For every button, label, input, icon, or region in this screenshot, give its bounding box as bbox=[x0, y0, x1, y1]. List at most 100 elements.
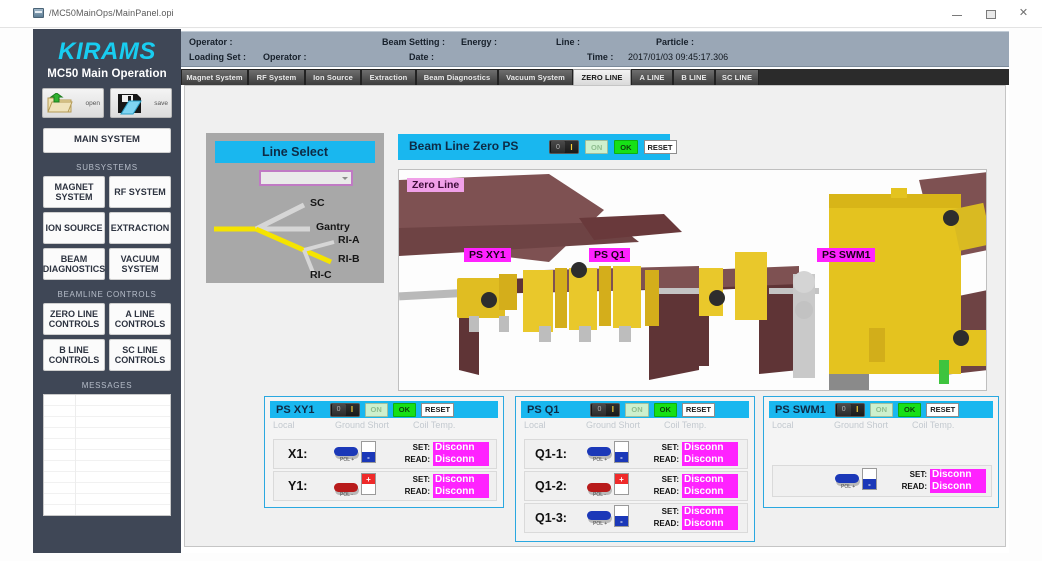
polarity-indicator-icon: - bbox=[361, 441, 376, 463]
title-bar: /MC50MainOps/MainPanel.opi ✕ bbox=[0, 0, 1042, 28]
read-value: Disconn bbox=[682, 454, 738, 466]
ps-xy1-x1-polarity-toggle[interactable]: POL + - bbox=[334, 441, 380, 467]
list-item bbox=[44, 450, 170, 462]
set-value[interactable]: Disconn bbox=[682, 506, 738, 518]
ps-xy1-coil-temp-status: Coil Temp. bbox=[413, 420, 456, 430]
close-icon[interactable]: ✕ bbox=[1017, 7, 1030, 20]
ps-q1-ch1-polarity-toggle[interactable]: POL + - bbox=[587, 441, 633, 467]
tab-ion-source[interactable]: Ion Source bbox=[305, 69, 361, 85]
ps-q1-ch3-polarity-toggle[interactable]: POL + - bbox=[587, 505, 633, 531]
set-label: SET: bbox=[412, 475, 430, 484]
ps-swm1-controls: 0 I ON OK RESET bbox=[834, 402, 960, 417]
maximize-icon[interactable] bbox=[984, 7, 997, 20]
tab-zero-line[interactable]: ZERO LINE bbox=[573, 69, 631, 85]
ps-swm1-toggle[interactable]: 0 I bbox=[834, 402, 865, 417]
tab-rf-system[interactable]: RF System bbox=[248, 69, 305, 85]
sidebar-item-main-system[interactable]: MAIN SYSTEM bbox=[43, 128, 171, 154]
ps-q1-reset-button[interactable]: RESET bbox=[681, 402, 715, 417]
ps-q1-on-indicator: ON bbox=[625, 402, 649, 417]
read-label: READ: bbox=[901, 482, 927, 491]
open-button[interactable]: open bbox=[42, 88, 104, 119]
polarity-knob-icon bbox=[334, 483, 358, 492]
polarity-label: POL + bbox=[593, 521, 608, 527]
save-button[interactable]: save bbox=[110, 88, 172, 119]
line-select-combo[interactable] bbox=[259, 170, 353, 186]
ps-q1-ground-short-status: Ground Short bbox=[586, 420, 641, 430]
minimize-icon[interactable] bbox=[951, 7, 964, 20]
ps-swm1-local-status: Local bbox=[772, 420, 794, 430]
sidebar-item-vacuum-system[interactable]: VACUUM SYSTEM bbox=[109, 248, 171, 281]
ps-q1-channel-1: Q1-1: POL + - SET: READ: Disconn Disconn bbox=[524, 439, 748, 469]
sidebar-item-beam-diagnostics[interactable]: BEAM DIAGNOSTICS bbox=[43, 248, 105, 281]
list-item bbox=[44, 472, 170, 484]
polarity-label: POL - bbox=[340, 492, 353, 498]
ps-q1-ch2-polarity-toggle[interactable]: POL - + bbox=[587, 473, 633, 499]
toggle-on-label: I bbox=[850, 403, 864, 416]
list-item bbox=[44, 428, 170, 440]
messages-rows bbox=[44, 395, 170, 515]
ps-xy1-y1-polarity-toggle[interactable]: POL - + bbox=[334, 473, 380, 499]
ps-xy1-ground-short-status: Ground Short bbox=[335, 420, 390, 430]
ps-xy1-reset-button[interactable]: RESET bbox=[421, 402, 455, 417]
tab-b-line[interactable]: B LINE bbox=[673, 69, 715, 85]
set-label: SET: bbox=[661, 475, 679, 484]
ps-swm1-header: PS SWM1 0 I ON OK RESET bbox=[769, 401, 993, 418]
tab-beam-diagnostics[interactable]: Beam Diagnostics bbox=[416, 69, 498, 85]
folder-open-icon bbox=[47, 93, 73, 113]
sidebar-item-a-line-controls[interactable]: A LINE CONTROLS bbox=[109, 303, 171, 336]
tab-magnet-system[interactable]: Magnet System bbox=[181, 69, 248, 85]
ps-q1-header: PS Q1 0 I ON OK RESET bbox=[521, 401, 749, 418]
ps-q1-toggle[interactable]: 0 I bbox=[590, 402, 621, 417]
sidebar-item-magnet-system[interactable]: MAGNET SYSTEM bbox=[43, 176, 105, 209]
branch-label-gantry: Gantry bbox=[316, 221, 350, 233]
date-label: Date : bbox=[409, 52, 435, 62]
time-value: 2017/01/03 09:45:17.306 bbox=[628, 52, 729, 62]
ps-swm1-ok-indicator: OK bbox=[897, 402, 922, 417]
ps-swm1-card: PS SWM1 0 I ON OK RESET Local Ground Sho… bbox=[763, 396, 999, 508]
application-window: /MC50MainOps/MainPanel.opi ✕ KIRAMS MC50… bbox=[0, 0, 1042, 561]
ps-q1-channel-2: Q1-2: POL - + SET: READ: Disconn Disconn bbox=[524, 471, 748, 501]
sidebar-item-zero-line-controls[interactable]: ZERO LINE CONTROLS bbox=[43, 303, 105, 336]
set-value[interactable]: Disconn bbox=[433, 474, 489, 486]
sidebar-item-rf-system[interactable]: RF SYSTEM bbox=[109, 176, 171, 209]
line-select-title: Line Select bbox=[215, 141, 375, 163]
polarity-indicator-icon: - bbox=[862, 468, 877, 490]
ps-swm1-polarity-toggle[interactable]: POL + - bbox=[835, 468, 881, 494]
polarity-indicator-icon: + bbox=[361, 473, 376, 495]
ps-xy1-y1-sr-labels: SET: READ: bbox=[392, 474, 430, 498]
sidebar-item-b-line-controls[interactable]: B LINE CONTROLS bbox=[43, 339, 105, 372]
photo-tag-ps-swm1: PS SWM1 bbox=[817, 248, 876, 262]
ps-xy1-on-indicator: ON bbox=[364, 402, 388, 417]
photo-tag-ps-xy1: PS XY1 bbox=[464, 248, 511, 262]
brand-subtitle: MC50 Main Operation bbox=[47, 68, 167, 81]
set-value[interactable]: Disconn bbox=[682, 442, 738, 454]
set-value[interactable]: Disconn bbox=[930, 469, 986, 481]
tab-extraction[interactable]: Extraction bbox=[361, 69, 416, 85]
set-value[interactable]: Disconn bbox=[682, 474, 738, 486]
read-label: READ: bbox=[404, 487, 430, 496]
read-value: Disconn bbox=[682, 486, 738, 498]
open-button-label: open bbox=[85, 99, 100, 107]
messages-list[interactable] bbox=[43, 394, 171, 517]
set-value[interactable]: Disconn bbox=[433, 442, 489, 454]
beam-line-zero-ps-reset-button[interactable]: RESET bbox=[643, 140, 677, 154]
ps-q1-local-status: Local bbox=[524, 420, 546, 430]
ps-xy1-card: PS XY1 0 I ON OK RESET Local Ground Shor… bbox=[264, 396, 504, 508]
sidebar-item-extraction[interactable]: EXTRACTION bbox=[109, 212, 171, 245]
sidebar-item-ion-source[interactable]: ION SOURCE bbox=[43, 212, 105, 245]
sidebar-item-sc-line-controls[interactable]: SC LINE CONTROLS bbox=[109, 339, 171, 372]
tab-vacuum-system[interactable]: Vacuum System bbox=[498, 69, 573, 85]
beam-line-zero-ps-toggle[interactable]: 0 I bbox=[549, 140, 579, 154]
read-label: READ: bbox=[653, 487, 679, 496]
ps-swm1-reset-button[interactable]: RESET bbox=[926, 402, 960, 417]
polarity-indicator-icon: + bbox=[614, 473, 629, 495]
beam-setting-label: Beam Setting : bbox=[382, 37, 446, 47]
ps-swm1-title: PS SWM1 bbox=[775, 403, 826, 416]
ps-xy1-toggle[interactable]: 0 I bbox=[329, 402, 360, 417]
tab-a-line[interactable]: A LINE bbox=[631, 69, 673, 85]
list-item bbox=[44, 417, 170, 429]
set-label: SET: bbox=[909, 470, 927, 479]
read-label: READ: bbox=[653, 519, 679, 528]
tab-sc-line[interactable]: SC LINE bbox=[715, 69, 759, 85]
file-actions: open save bbox=[33, 88, 181, 119]
